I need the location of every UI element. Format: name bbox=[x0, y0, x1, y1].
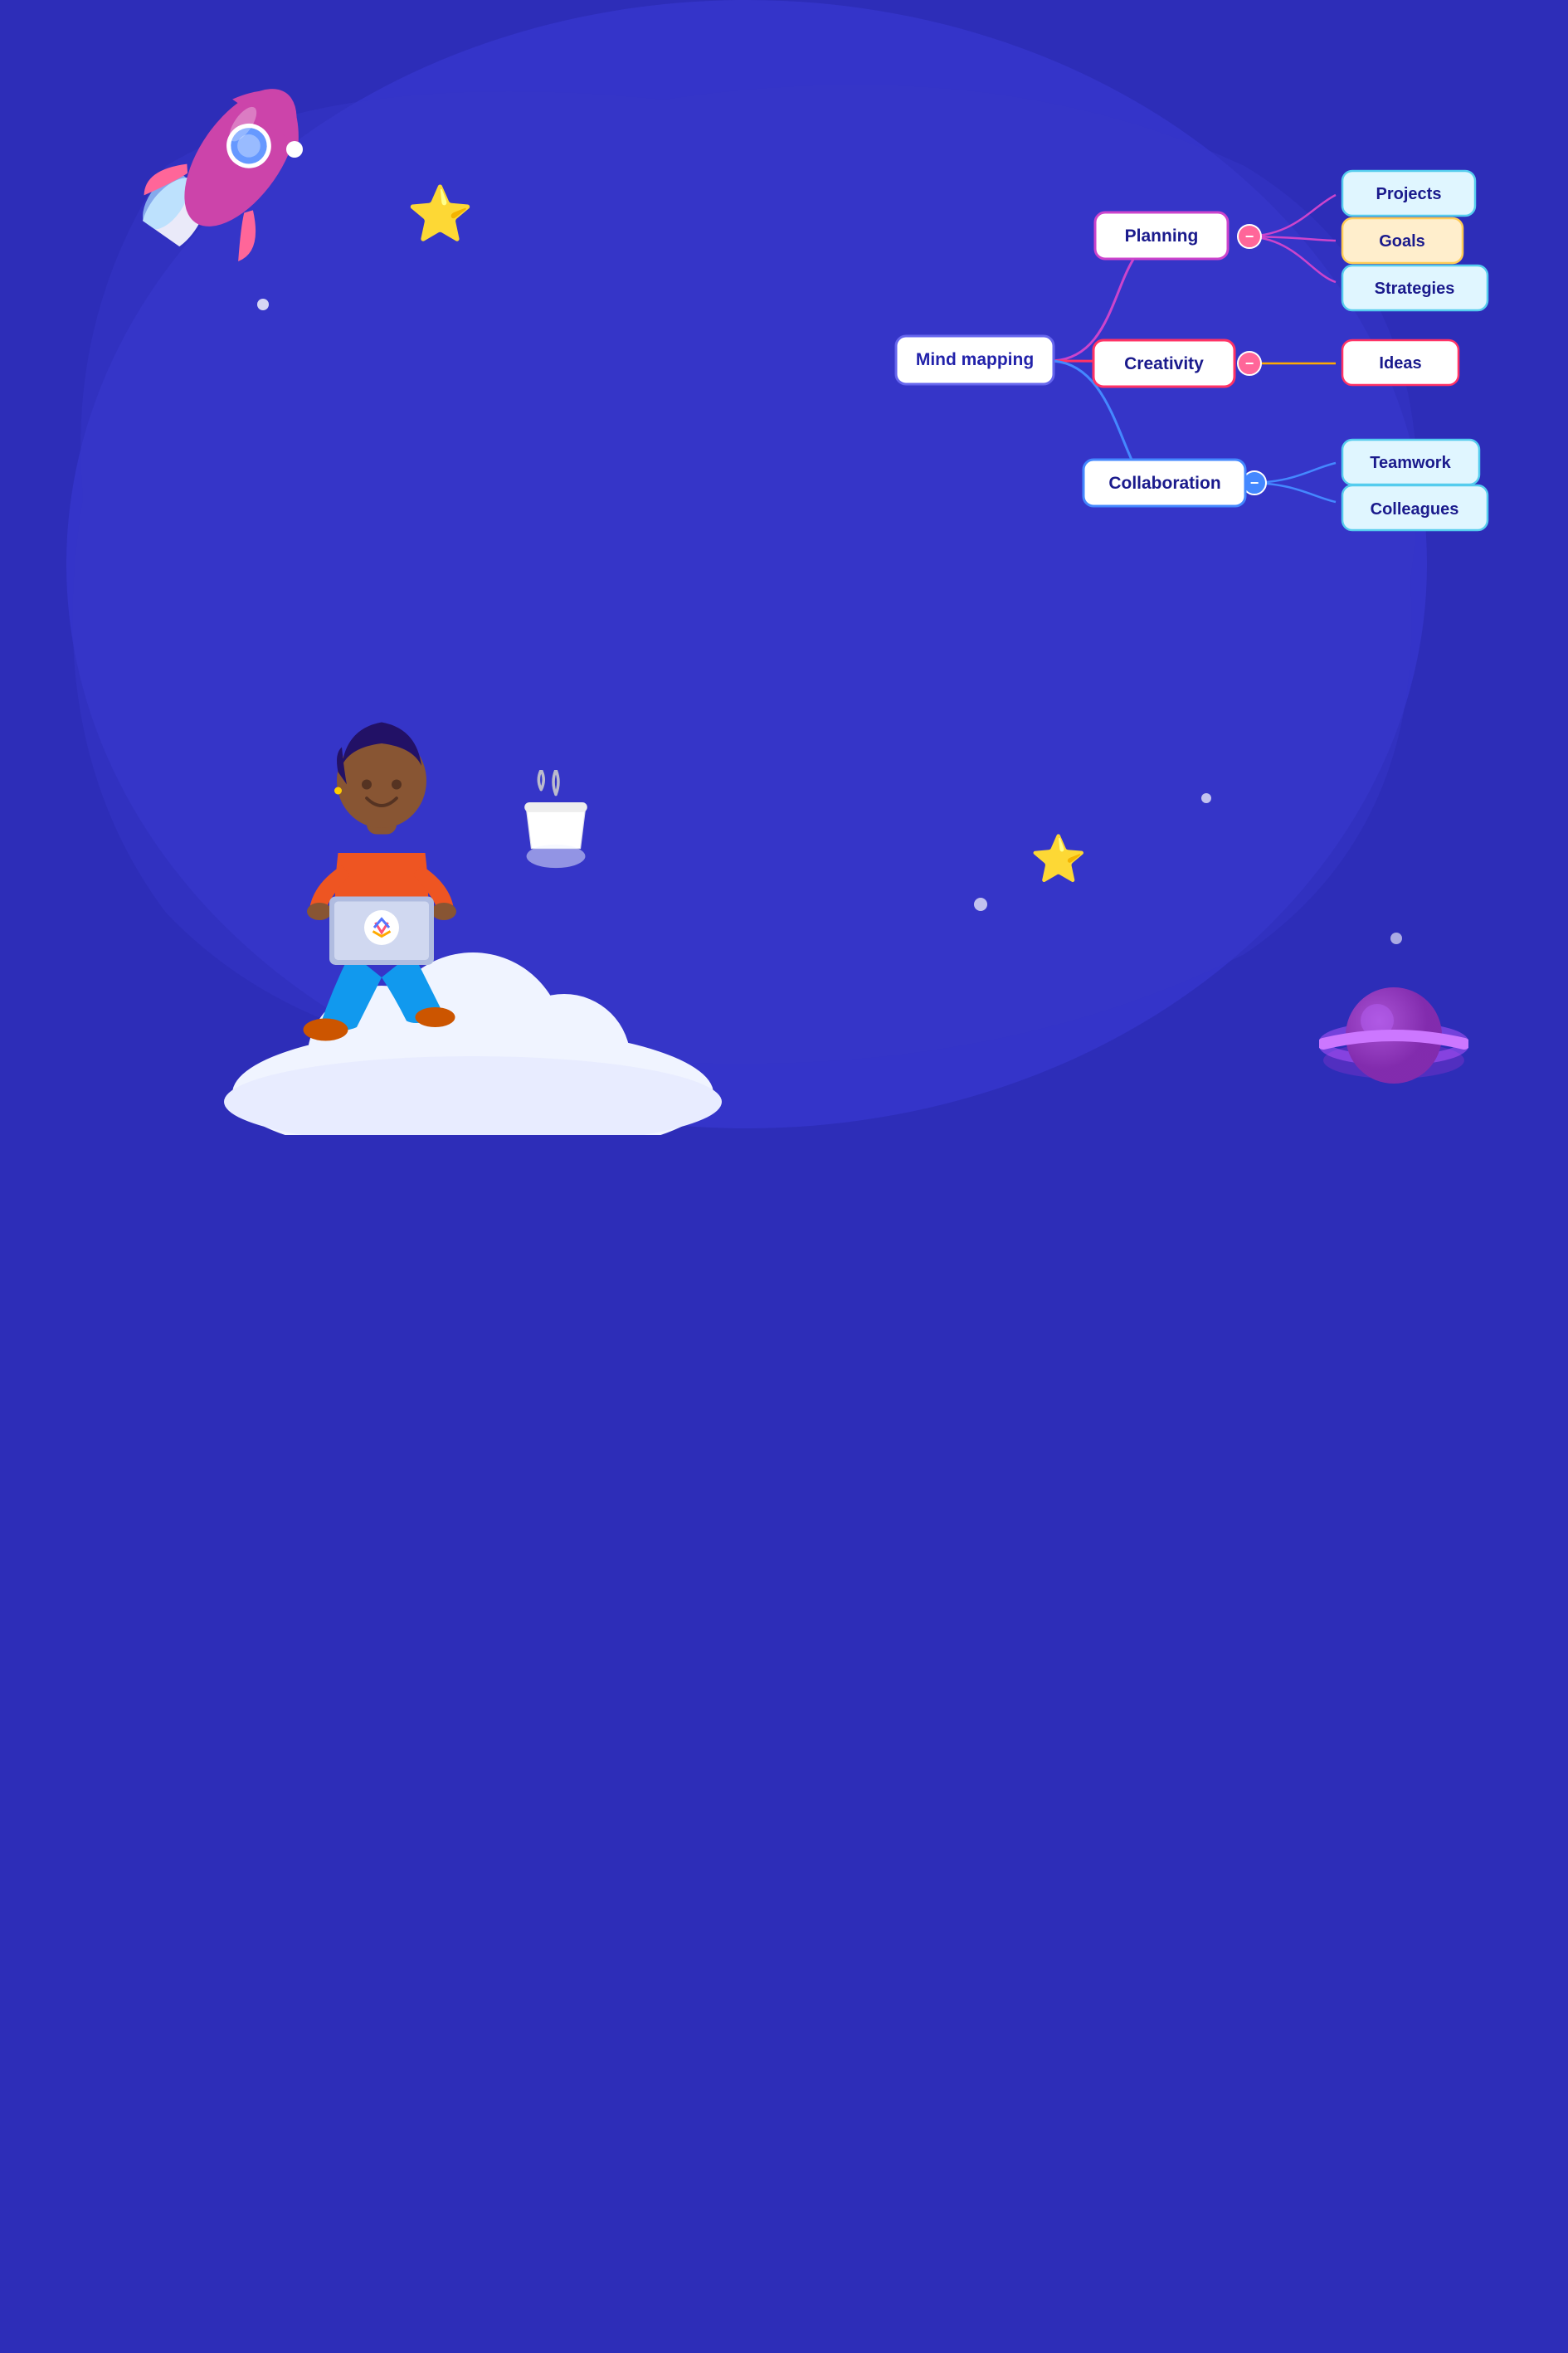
star-large: ⭐ bbox=[407, 183, 474, 246]
svg-text:Projects: Projects bbox=[1376, 185, 1442, 203]
svg-text:Strategies: Strategies bbox=[1375, 280, 1455, 298]
svg-text:Ideas: Ideas bbox=[1379, 354, 1421, 373]
svg-text:Colleagues: Colleagues bbox=[1371, 500, 1459, 519]
dot-1 bbox=[286, 141, 303, 158]
svg-text:Teamwork: Teamwork bbox=[1370, 454, 1451, 472]
star-medium: ⭐ bbox=[1030, 832, 1087, 886]
svg-text:Collaboration: Collaboration bbox=[1108, 474, 1220, 493]
dot-2 bbox=[257, 299, 269, 310]
planet-icon bbox=[1319, 961, 1468, 1110]
mindmap-svg: − − − Mind mapping Planning Creativity C… bbox=[888, 108, 1518, 606]
svg-text:−: − bbox=[1245, 228, 1254, 245]
svg-text:−: − bbox=[1245, 355, 1254, 372]
dot-3 bbox=[974, 898, 987, 911]
svg-text:Mind mapping: Mind mapping bbox=[916, 350, 1034, 369]
svg-text:−: − bbox=[1250, 475, 1259, 491]
svg-text:Creativity: Creativity bbox=[1124, 354, 1204, 373]
svg-text:Goals: Goals bbox=[1379, 232, 1425, 251]
dot-5 bbox=[1390, 933, 1402, 944]
coffee-cup bbox=[514, 770, 597, 878]
person-illustration bbox=[249, 679, 514, 1052]
rainbow-arc-yellow bbox=[0, 1698, 425, 2332]
dot-4 bbox=[1201, 793, 1211, 803]
svg-text:Planning: Planning bbox=[1125, 227, 1199, 246]
